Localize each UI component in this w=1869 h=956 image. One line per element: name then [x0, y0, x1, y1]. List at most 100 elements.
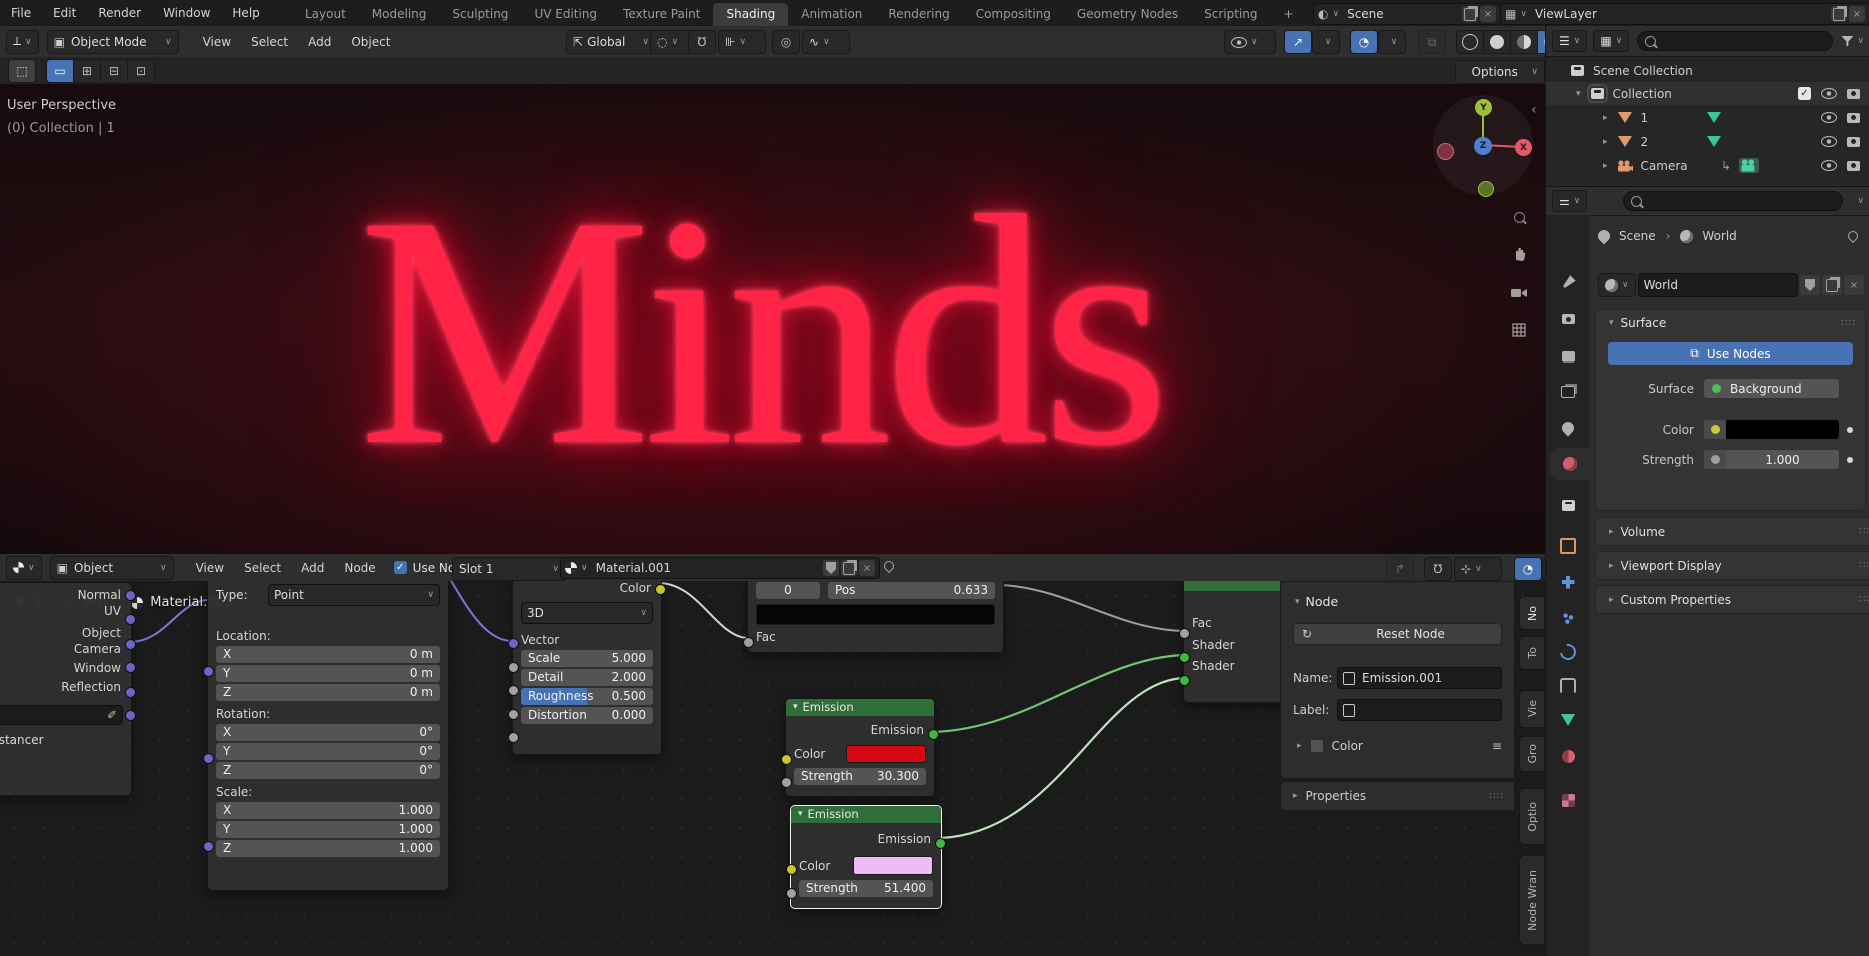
- shader-type-dropdown[interactable]: ▣ Object ∨: [49, 555, 174, 580]
- hide-in-viewport-icon[interactable]: [1821, 160, 1837, 171]
- tab-render-properties[interactable]: [1546, 303, 1590, 335]
- viewport-menu-view[interactable]: View: [193, 35, 241, 49]
- disable-in-renders-icon[interactable]: [1847, 88, 1860, 99]
- location-x-field[interactable]: X0 m: [216, 646, 440, 663]
- node-editor-canvas[interactable]: ▣ 1 › ▽ Text › Material.001 Normal UV Ob…: [0, 581, 1545, 956]
- camera-view-icon[interactable]: [1506, 280, 1532, 306]
- animate-dot-icon[interactable]: [1847, 426, 1853, 433]
- new-scene-button[interactable]: [1462, 6, 1478, 22]
- select-mode-extend[interactable]: ⊞: [74, 58, 101, 83]
- node-label-field[interactable]: [1337, 699, 1502, 721]
- collection-checkbox[interactable]: ✓: [1798, 87, 1811, 100]
- drag-grip-icon[interactable]: ∷∷: [1841, 318, 1856, 329]
- color-section-caret[interactable]: ▸: [1297, 741, 1302, 751]
- node-snap-toggle[interactable]: ℧: [1424, 557, 1452, 581]
- expand-icon[interactable]: ▾: [1576, 89, 1581, 99]
- shading-wireframe-button[interactable]: [1456, 30, 1484, 54]
- sidebar-tab-options[interactable]: Optio: [1519, 788, 1544, 845]
- tab-modeling[interactable]: Modeling: [359, 3, 440, 26]
- outliner-row-scene-collection[interactable]: Scene Collection: [1546, 59, 1869, 82]
- delete-view-layer-button[interactable]: ×: [1849, 6, 1865, 22]
- tab-rendering[interactable]: Rendering: [875, 3, 962, 26]
- ramp-position-field[interactable]: Pos 0.633: [828, 582, 995, 599]
- scale-z-field[interactable]: Z 1.000: [216, 840, 440, 857]
- sidebar-tab-group[interactable]: Gro: [1519, 736, 1544, 772]
- emission1-color-swatch[interactable]: [846, 745, 926, 763]
- tab-object-properties[interactable]: [1546, 530, 1590, 562]
- tab-particle-properties[interactable]: [1546, 602, 1590, 634]
- drag-grip-icon[interactable]: ∷∷: [1859, 594, 1869, 605]
- world-unlink-button[interactable]: ×: [1844, 275, 1864, 295]
- surface-panel-caret[interactable]: ▾: [1609, 318, 1614, 328]
- outliner-search-input[interactable]: [1637, 31, 1834, 51]
- socket-mix-shader1[interactable]: [1179, 652, 1190, 663]
- material-slot-dropdown[interactable]: Slot 1 ∨: [452, 557, 566, 581]
- editor-type-shader-dropdown[interactable]: ∨: [6, 555, 42, 580]
- panel-caret-icon[interactable]: ▾: [1295, 597, 1300, 607]
- sidebar-tab-tool[interactable]: To: [1519, 636, 1544, 670]
- socket-mapping-location[interactable]: [203, 666, 214, 677]
- socket-noise-roughness[interactable]: [508, 709, 519, 720]
- select-mode-new[interactable]: ▭: [46, 58, 74, 83]
- tab-material-properties[interactable]: [1546, 740, 1590, 772]
- outliner-row-object-2[interactable]: ▸ 2: [1546, 130, 1869, 153]
- properties-search-input[interactable]: [1623, 191, 1844, 211]
- gizmo-dropdown[interactable]: ∨: [1312, 30, 1340, 54]
- node-noise-texture[interactable]: Color 3D ∨ Vector Scale 5.000 Detail 2.000…: [508, 581, 666, 755]
- tab-animation[interactable]: Animation: [788, 3, 875, 26]
- object-picker-field[interactable]: ▣ ✐: [0, 705, 123, 725]
- view-layer-selector[interactable]: ▦ ∨ ViewLayer ×: [1500, 3, 1869, 25]
- collapse-caret-icon[interactable]: ▾: [798, 806, 803, 823]
- socket-window[interactable]: [125, 687, 136, 698]
- properties-subpanel[interactable]: ▸ Properties ∷∷: [1280, 781, 1515, 811]
- snap-to-dropdown[interactable]: ⊪ ∨: [718, 30, 766, 54]
- active-tool-select-box[interactable]: ⬚: [8, 58, 36, 83]
- surface-panel-title[interactable]: Surface: [1621, 316, 1842, 330]
- transform-orientation-dropdown[interactable]: ⇱ Global ∨: [566, 30, 656, 54]
- emission1-strength-field[interactable]: Strength 30.300: [794, 768, 926, 785]
- node-texture-coordinate[interactable]: Normal UV Object Camera Window Reflectio…: [0, 582, 136, 796]
- show-object-types-dropdown[interactable]: ∨: [1224, 30, 1276, 54]
- select-mode-subtract[interactable]: ⊟: [101, 58, 128, 83]
- expand-icon[interactable]: ▸: [1603, 161, 1608, 171]
- socket-emission2-color[interactable]: [786, 864, 797, 875]
- socket-noise-detail[interactable]: [508, 685, 519, 696]
- zoom-view-icon[interactable]: [1506, 204, 1532, 230]
- menu-render[interactable]: Render: [87, 0, 152, 26]
- ramp-stop-index-field[interactable]: 0: [756, 582, 820, 599]
- tab-geometry-nodes[interactable]: Geometry Nodes: [1064, 3, 1191, 26]
- outliner-editor-type-dropdown[interactable]: ☰ ∨: [1552, 30, 1588, 52]
- viewport-display-panel[interactable]: ▸ Viewport Display ∷∷: [1595, 551, 1869, 580]
- expand-icon[interactable]: ▸: [1603, 113, 1608, 123]
- browse-world-dropdown[interactable]: ∨: [1598, 273, 1636, 297]
- socket-uv[interactable]: [125, 614, 136, 625]
- viewport-menu-select[interactable]: Select: [241, 35, 298, 49]
- tab-output-properties[interactable]: [1546, 340, 1590, 372]
- reset-node-button[interactable]: ↻ Reset Node: [1293, 623, 1502, 645]
- outliner-row-object-1[interactable]: ▸ 1: [1546, 106, 1869, 129]
- emission2-color-swatch[interactable]: [853, 856, 933, 875]
- tab-shading[interactable]: Shading: [713, 3, 789, 26]
- move-view-icon[interactable]: [1506, 240, 1532, 266]
- snap-toggle[interactable]: ℧: [688, 30, 716, 54]
- socket-reflection[interactable]: [125, 710, 136, 721]
- xray-toggle[interactable]: ⧉: [1418, 30, 1446, 54]
- node-snap-to-dropdown[interactable]: ⊹ ∨: [1454, 557, 1502, 581]
- material-selector[interactable]: ∨ Material.001 ×: [560, 557, 880, 579]
- disable-in-renders-icon[interactable]: [1847, 136, 1860, 147]
- tab-layout[interactable]: Layout: [292, 3, 359, 26]
- scale-y-field[interactable]: Y 1.000: [216, 821, 440, 838]
- node-emission-2[interactable]: ▾ Emission Emission Color Strength 51.400: [786, 805, 946, 909]
- scale-x-field[interactable]: X 1.000: [216, 802, 440, 819]
- volume-panel[interactable]: ▸ Volume ∷∷: [1595, 517, 1869, 546]
- hide-in-viewport-icon[interactable]: [1821, 88, 1837, 99]
- location-y-field[interactable]: Y0 m: [216, 665, 440, 682]
- node-overlays-toggle[interactable]: ◔: [1514, 557, 1542, 581]
- toggle-grid-icon[interactable]: [1506, 317, 1532, 343]
- copy-material-button[interactable]: [841, 560, 857, 576]
- add-workspace-button[interactable]: +: [1271, 3, 1307, 26]
- tab-compositing[interactable]: Compositing: [963, 3, 1064, 26]
- outliner-filter-dropdown[interactable]: ∨: [1841, 36, 1864, 46]
- socket-mix-shader2[interactable]: [1179, 675, 1190, 686]
- options-dropdown[interactable]: Options ∨: [1455, 60, 1545, 84]
